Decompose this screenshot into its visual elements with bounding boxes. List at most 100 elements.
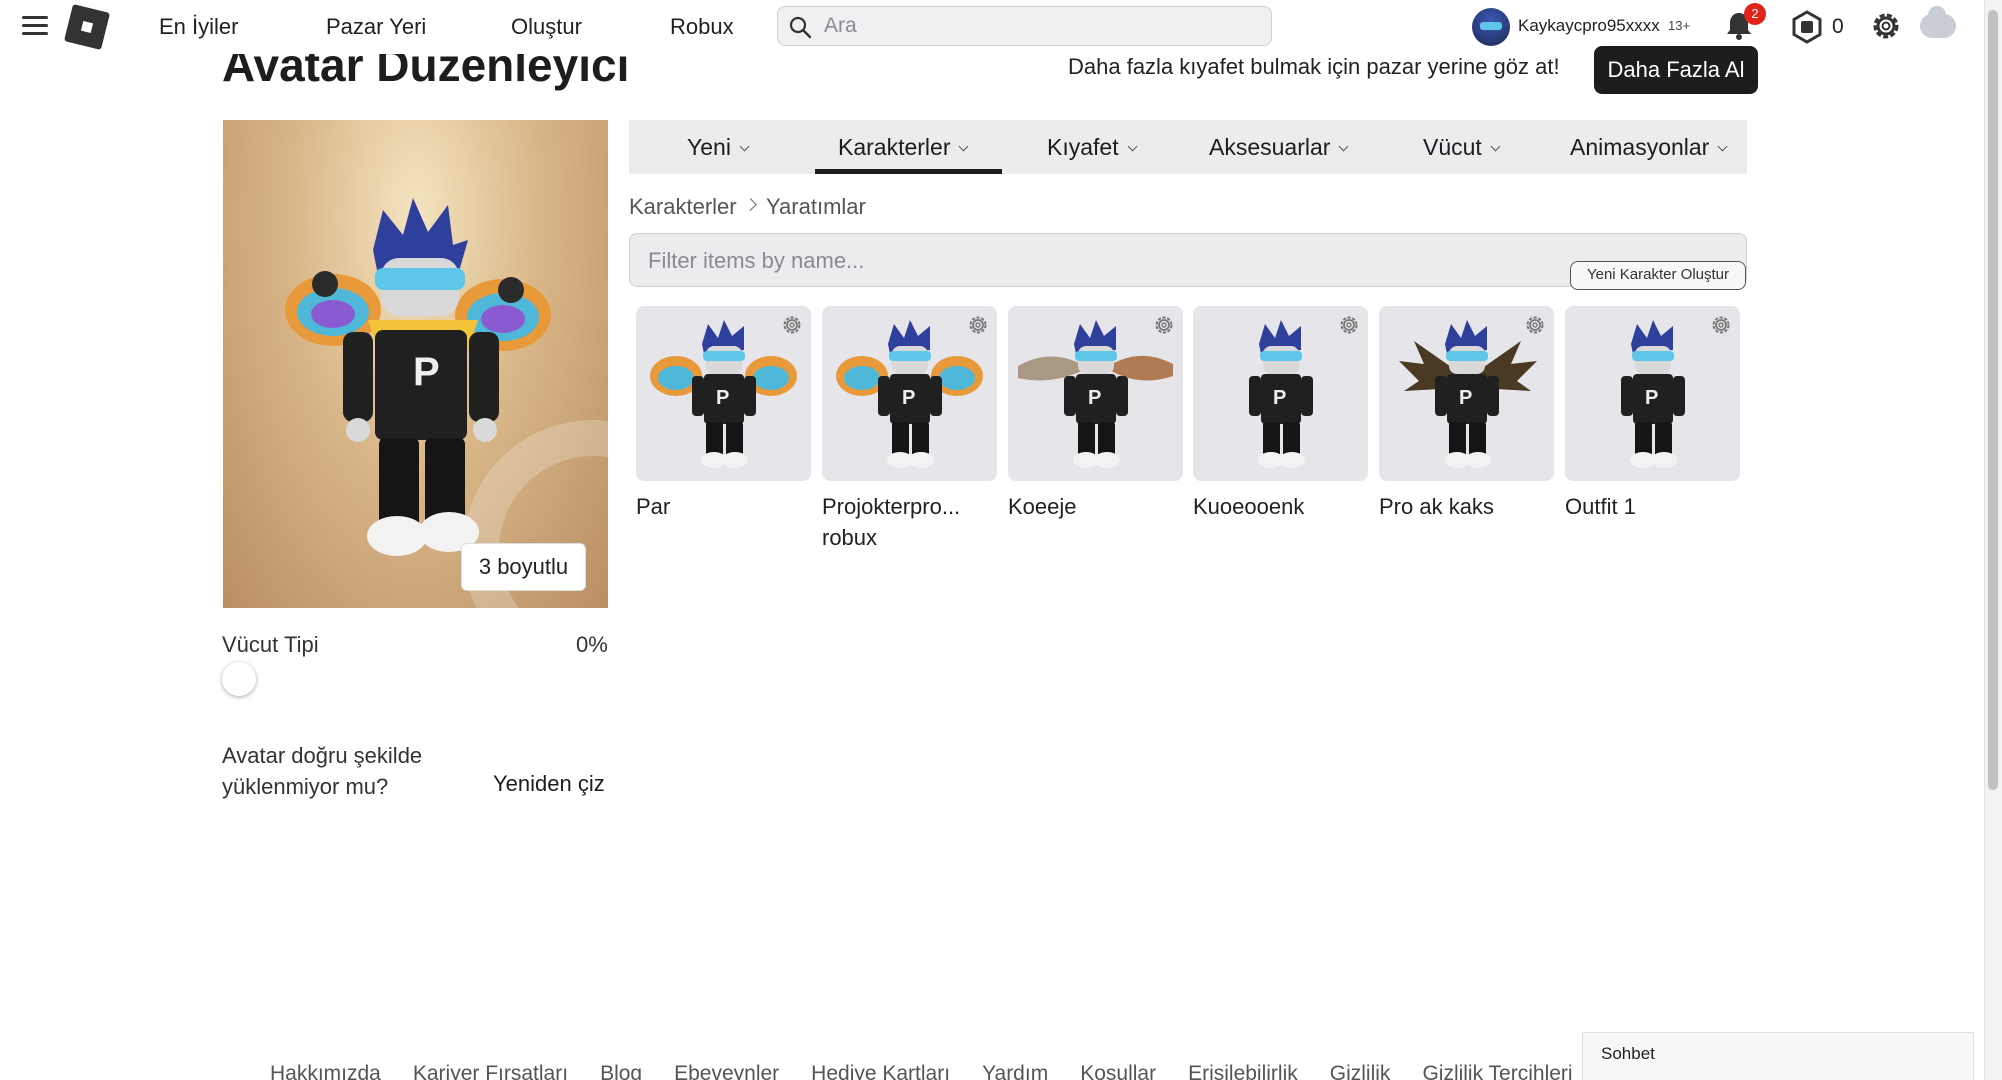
- chat-panel[interactable]: Sohbet: [1582, 1032, 1974, 1080]
- outfit-name[interactable]: Kuoeooenk: [1193, 491, 1368, 522]
- outfit-name[interactable]: Koeeje: [1008, 491, 1183, 522]
- outfit-settings-gear-icon[interactable]: [1338, 314, 1360, 336]
- svg-text:P: P: [1273, 387, 1286, 409]
- outfit-thumbnail[interactable]: P: [1379, 306, 1554, 481]
- footer-link-help[interactable]: Yardım: [982, 1062, 1048, 1080]
- outfit-name[interactable]: Pro ak kaks: [1379, 491, 1554, 522]
- age-label: 13+: [1668, 18, 1691, 33]
- tab-label: Vücut: [1423, 134, 1482, 160]
- search-box[interactable]: [777, 6, 1272, 46]
- chat-label: Sohbet: [1601, 1044, 1655, 1063]
- search-input[interactable]: [824, 11, 1254, 41]
- chevron-down-icon: [1127, 141, 1138, 152]
- outfit-card[interactable]: P Koeeje: [1008, 306, 1183, 522]
- outfit-name[interactable]: Outfit 1: [1565, 491, 1740, 522]
- avatar-editor-page: En İyiler Pazar Yeri Oluştur Robux Kayka…: [0, 0, 2002, 1080]
- nav-link-robux[interactable]: Robux: [670, 14, 734, 40]
- tab-recent[interactable]: Yeni: [687, 134, 750, 161]
- outfit-name-line: robux: [822, 525, 878, 550]
- svg-text:P: P: [1459, 387, 1472, 409]
- builders-club-icon[interactable]: [1920, 6, 1956, 38]
- outfit-settings-gear-icon[interactable]: [1153, 314, 1175, 336]
- settings-gear-icon[interactable]: [1868, 8, 1904, 44]
- chevron-down-icon: [1490, 141, 1501, 152]
- avatar-figure: P: [285, 198, 551, 556]
- tab-body[interactable]: Vücut: [1423, 134, 1501, 161]
- outfit-card[interactable]: P Outfit 1: [1565, 306, 1740, 522]
- tab-clothing[interactable]: Kıyafet: [1047, 134, 1138, 161]
- user-avatar[interactable]: [1472, 8, 1510, 46]
- footer-link-blog[interactable]: Blog: [600, 1062, 642, 1080]
- username-label[interactable]: Kaykaycpro95xxxx: [1518, 16, 1660, 36]
- chevron-down-icon: [739, 141, 750, 152]
- outfit-name-line: Koeeje: [1008, 494, 1077, 519]
- footer-link-accessibility[interactable]: Erişilebilirlik: [1188, 1062, 1298, 1080]
- robux-icon[interactable]: [1790, 10, 1824, 44]
- footer-links: Hakkımızda Kariyer Fırsatları Blog Ebeveynl…: [270, 1062, 1605, 1080]
- body-type-label: Vücut Tipi: [222, 632, 319, 657]
- svg-text:P: P: [1645, 387, 1658, 409]
- body-type-slider-handle[interactable]: [222, 662, 256, 696]
- tab-accessories[interactable]: Aksesuarlar: [1209, 134, 1349, 161]
- outfit-name[interactable]: Par: [636, 491, 811, 522]
- outfit-name[interactable]: Projokterpro... robux: [822, 491, 997, 553]
- outfit-thumbnail[interactable]: P: [636, 306, 811, 481]
- body-type-value: 0%: [576, 632, 608, 657]
- outfit-settings-gear-icon[interactable]: [1524, 314, 1546, 336]
- tab-animations[interactable]: Animasyonlar: [1570, 134, 1728, 161]
- footer-link-parents[interactable]: Ebeveynler: [674, 1062, 779, 1080]
- footer-link-terms[interactable]: Koşullar: [1080, 1062, 1156, 1080]
- tab-label: Aksesuarlar: [1209, 134, 1331, 160]
- outfit-settings-gear-icon[interactable]: [781, 314, 803, 336]
- 3d-view-toggle-button[interactable]: 3 boyutlu: [461, 543, 586, 591]
- breadcrumb-creations: Yaratımlar: [766, 194, 866, 219]
- avatar-preview[interactable]: P 3 boyutlu: [223, 120, 608, 608]
- footer-link-privacy-preferences[interactable]: Gizlilik Tercihleri: [1422, 1062, 1572, 1080]
- get-more-button[interactable]: Daha Fazla Al: [1594, 46, 1758, 94]
- svg-text:P: P: [716, 387, 729, 409]
- svg-text:P: P: [902, 387, 915, 409]
- search-icon: [789, 16, 812, 39]
- nav-link-create[interactable]: Oluştur: [511, 14, 582, 40]
- tab-characters[interactable]: Karakterler: [838, 134, 969, 161]
- footer-link-careers[interactable]: Kariyer Fırsatları: [413, 1062, 568, 1080]
- chevron-down-icon: [1717, 141, 1728, 152]
- robux-balance[interactable]: 0: [1832, 15, 1844, 39]
- roblox-logo-icon[interactable]: [63, 3, 111, 51]
- outfit-settings-gear-icon[interactable]: [1710, 314, 1732, 336]
- filter-input[interactable]: [648, 246, 1548, 276]
- chevron-down-icon: [959, 141, 969, 152]
- footer-link-gift-cards[interactable]: Hediye Kartları: [811, 1062, 950, 1080]
- tab-label: Yeni: [687, 134, 731, 160]
- menu-icon[interactable]: [22, 14, 48, 36]
- chevron-down-icon: [1338, 141, 1349, 152]
- svg-text:P: P: [413, 350, 440, 394]
- outfit-thumbnail[interactable]: P: [822, 306, 997, 481]
- outfit-card[interactable]: P Kuoeooenk: [1193, 306, 1368, 522]
- tab-label: Animasyonlar: [1570, 134, 1710, 160]
- outfit-thumbnail[interactable]: P: [1008, 306, 1183, 481]
- nav-link-top-charts[interactable]: En İyiler: [159, 14, 238, 40]
- breadcrumb-characters[interactable]: Karakterler: [629, 194, 737, 220]
- nav-link-marketplace[interactable]: Pazar Yeri: [326, 14, 426, 40]
- redraw-link[interactable]: Yeniden çiz: [493, 771, 605, 797]
- footer-link-about[interactable]: Hakkımızda: [270, 1062, 381, 1080]
- outfit-card[interactable]: P Projokterpro... robux: [822, 306, 997, 553]
- tab-label: Kıyafet: [1047, 134, 1119, 160]
- outfit-settings-gear-icon[interactable]: [967, 314, 989, 336]
- outfit-name-line: Kuoeooenk: [1193, 494, 1305, 519]
- marketplace-promo-text: Daha fazla kıyafet bulmak için pazar yer…: [1068, 54, 1560, 79]
- svg-text:P: P: [1088, 387, 1101, 409]
- outfit-card[interactable]: P Par: [636, 306, 811, 522]
- outfit-thumbnail[interactable]: P: [1565, 306, 1740, 481]
- tab-label: Karakterler: [838, 134, 951, 160]
- create-new-character-button[interactable]: Yeni Karakter Oluştur: [1570, 261, 1746, 290]
- chevron-right-icon: [744, 198, 757, 211]
- footer-link-privacy[interactable]: Gizlilik: [1330, 1062, 1391, 1080]
- outfit-card[interactable]: P Pro ak kaks: [1379, 306, 1554, 522]
- notification-badge: 2: [1744, 3, 1766, 25]
- category-tab-bar: Yeni Karakterler Kıyafet Aksesuarlar Vüc…: [629, 120, 1747, 174]
- outfit-thumbnail[interactable]: P: [1193, 306, 1368, 481]
- outfit-name-line: Outfit 1: [1565, 494, 1636, 519]
- scrollbar-thumb[interactable]: [1988, 10, 1998, 790]
